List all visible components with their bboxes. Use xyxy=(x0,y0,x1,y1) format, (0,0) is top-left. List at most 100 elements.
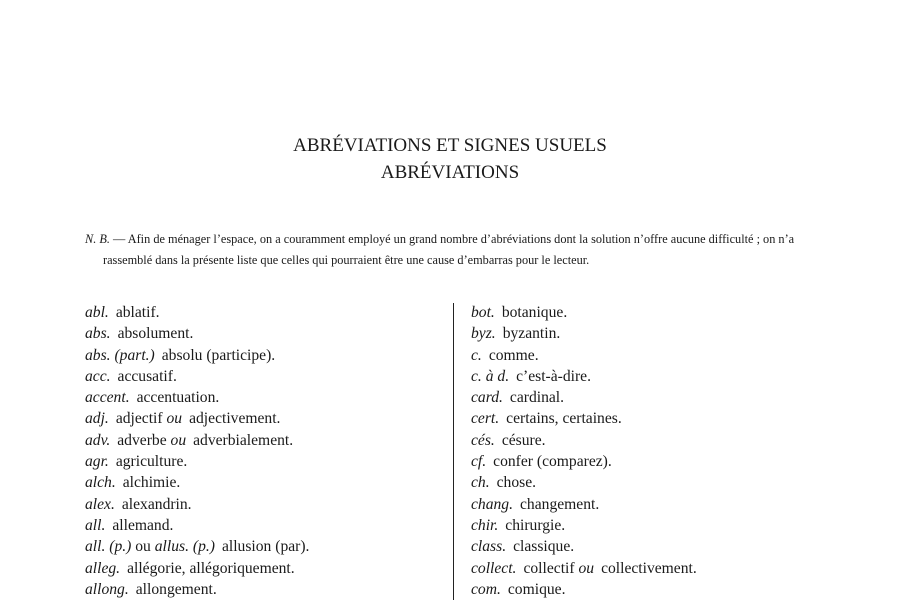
definition: chirurgie. xyxy=(505,516,566,534)
abbreviation-conjunction: ou xyxy=(135,538,151,556)
definition: alexandrin. xyxy=(121,495,192,513)
abbreviation-entry: cf. confer (comparez). xyxy=(471,451,851,472)
definition: accentuation. xyxy=(136,389,220,407)
abbreviation: abs. (part.) xyxy=(85,346,155,364)
abbreviation-entry: cés. césure. xyxy=(471,430,851,451)
definition: cardinal. xyxy=(509,389,565,407)
abbreviation-entry: cert. certains, certaines. xyxy=(471,408,851,429)
abbreviation-entry: abs. (part.) absolu (participe). xyxy=(85,345,440,366)
abbreviation: acc. xyxy=(85,367,111,385)
definition-alt: adjectivement. xyxy=(189,410,281,428)
abbreviation-entry: adj. adjectif ou adjectivement. xyxy=(85,408,440,429)
abbreviation-entry: allong. allongement. xyxy=(85,579,440,600)
abbreviation-entry: com. comique. xyxy=(471,579,851,600)
abbreviation-entry: accent. accentuation. xyxy=(85,387,440,408)
abbreviation: c. xyxy=(471,346,482,364)
editorial-note: N. B. — Afin de ménager l’espace, on a c… xyxy=(85,229,815,270)
title-block: ABRÉVIATIONS ET SIGNES USUELS ABRÉVIATIO… xyxy=(0,132,900,186)
abbreviation-entry: byz. byzantin. xyxy=(471,323,851,344)
abbreviation-entry: all. allemand. xyxy=(85,515,440,536)
abbreviation-entry: all. (p.) ou allus. (p.) allusion (par). xyxy=(85,536,440,557)
abbreviation: agr. xyxy=(85,453,109,471)
abbreviation: all. (p.) xyxy=(85,538,132,556)
definition: comme. xyxy=(488,346,539,364)
note-label: N. B. xyxy=(85,232,110,246)
abbreviation-entry: c. à d. c’est-à-dire. xyxy=(471,366,851,387)
definition: collectif xyxy=(523,559,575,577)
abbreviation: cert. xyxy=(471,410,500,428)
definition: allusion (par). xyxy=(221,538,310,556)
abbreviation: alleg. xyxy=(85,559,121,577)
definition: byzantin. xyxy=(502,325,561,343)
definition: césure. xyxy=(501,431,546,449)
abbreviation: adj. xyxy=(85,410,109,428)
definition-conjunction: ou xyxy=(170,431,187,449)
abbreviation: chang. xyxy=(471,495,514,513)
definition-alt: adverbialement. xyxy=(193,431,294,449)
abbreviation-entry: card. cardinal. xyxy=(471,387,851,408)
abbreviation-alt: allus. (p.) xyxy=(154,538,215,556)
abbreviation: ch. xyxy=(471,474,490,492)
abbreviation: collect. xyxy=(471,559,517,577)
abbreviation: bot. xyxy=(471,304,495,321)
definition: comique. xyxy=(507,580,566,598)
abbreviation-entry: agr. agriculture. xyxy=(85,451,440,472)
abbreviation: adv. xyxy=(85,431,111,449)
definition: allemand. xyxy=(112,516,174,534)
abbreviation-entry: chang. changement. xyxy=(471,494,851,515)
definition: adjectif xyxy=(115,410,163,428)
abbreviation: abs. xyxy=(85,325,111,343)
definition: classique. xyxy=(513,538,575,556)
abbreviation-entry: alex. alexandrin. xyxy=(85,494,440,515)
dictionary-page: ABRÉVIATIONS ET SIGNES USUELS ABRÉVIATIO… xyxy=(0,0,900,600)
abbreviation-entry: c. comme. xyxy=(471,345,851,366)
abbreviation: cés. xyxy=(471,431,495,449)
definition: confer (comparez). xyxy=(493,453,612,471)
definition: chose. xyxy=(496,474,537,492)
abbreviation: allong. xyxy=(85,580,129,598)
abbreviation: cf. xyxy=(471,453,487,471)
abbreviation-entry: bot. botanique. xyxy=(471,302,851,323)
definition: alchimie. xyxy=(122,474,181,492)
definition: botanique. xyxy=(501,304,568,321)
definition: agriculture. xyxy=(115,453,188,471)
abbreviation-entry: abl. ablatif. xyxy=(85,302,440,323)
abbreviation: com. xyxy=(471,580,501,598)
abbreviation: class. xyxy=(471,538,507,556)
section-title: ABRÉVIATIONS xyxy=(380,162,520,183)
definition: adverbe xyxy=(117,431,167,449)
definition: allongement. xyxy=(135,580,217,598)
abbreviation-columns: abl. ablatif. abs. absolument. abs. (part.) a… xyxy=(0,302,900,600)
page-title: ABRÉVIATIONS ET SIGNES USUELS xyxy=(293,135,607,156)
definition: c’est-à-dire. xyxy=(516,367,591,385)
definition-conjunction: ou xyxy=(578,559,595,577)
abbreviation-entry: adv. adverbe ou adverbialement. xyxy=(85,430,440,451)
abbreviation-entry: ch. chose. xyxy=(471,472,851,493)
abbreviation-entry: class. classique. xyxy=(471,536,851,557)
definition: ablatif. xyxy=(115,304,160,321)
abbreviation: alex. xyxy=(85,495,115,513)
definition-conjunction: ou xyxy=(166,410,183,428)
left-column: abl. ablatif. abs. absolument. abs. (part.) a… xyxy=(85,302,440,600)
abbreviation-entry: alleg. allégorie, allégoriquement. xyxy=(85,558,440,579)
abbreviation: alch. xyxy=(85,474,116,492)
abbreviation: chir. xyxy=(471,516,499,534)
abbreviation-entry: alch. alchimie. xyxy=(85,472,440,493)
abbreviation-entry: collect. collectif ou collectivement. xyxy=(471,558,851,579)
abbreviation: byz. xyxy=(471,325,496,343)
abbreviation-entry: abs. absolument. xyxy=(85,323,440,344)
definition: changement. xyxy=(520,495,600,513)
note-text: — Afin de ménager l’espace, on a couramm… xyxy=(103,232,795,267)
abbreviation: accent. xyxy=(85,389,130,407)
abbreviation: abl. xyxy=(85,304,109,321)
column-divider xyxy=(453,303,454,600)
definition-alt: collectivement. xyxy=(601,559,697,577)
definition: absolu (participe). xyxy=(161,346,276,364)
abbreviation: card. xyxy=(471,389,503,407)
definition: accusatif. xyxy=(117,367,177,385)
abbreviation-entry: chir. chirurgie. xyxy=(471,515,851,536)
definition: certains, certaines. xyxy=(506,410,622,428)
definition: allégorie, allégoriquement. xyxy=(127,559,295,577)
abbreviation-entry: acc. accusatif. xyxy=(85,366,440,387)
definition: absolument. xyxy=(117,325,194,343)
